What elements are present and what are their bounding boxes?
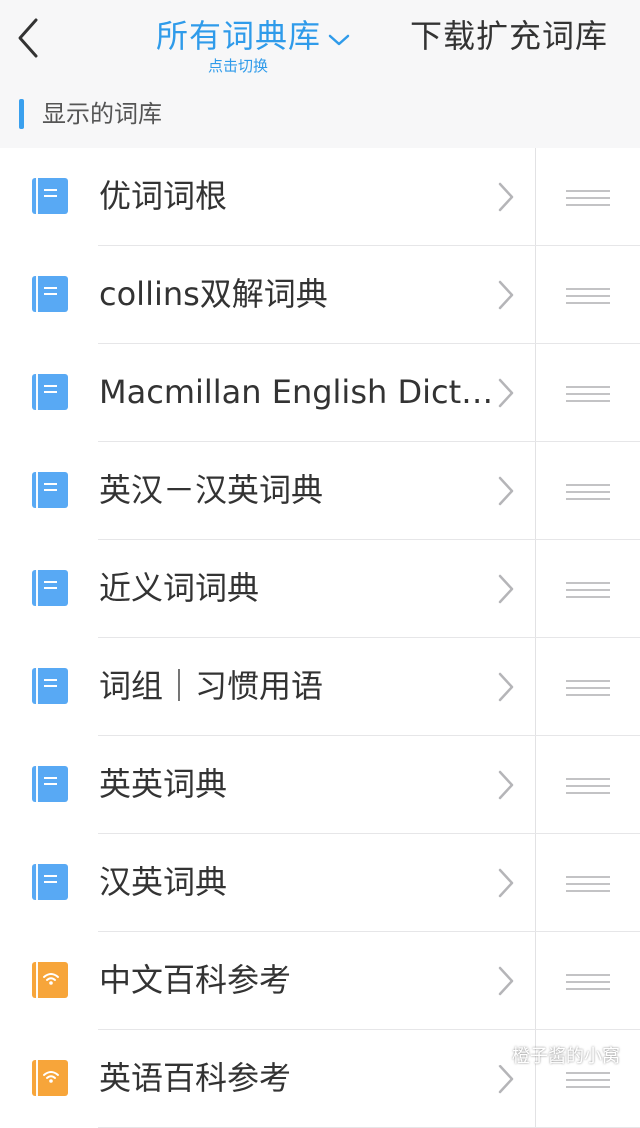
dictionary-row[interactable]: 英汉－汉英词典 (0, 442, 640, 540)
dictionary-row[interactable]: 汉英词典 (0, 834, 640, 932)
dictionary-row[interactable]: collins双解词典 (0, 246, 640, 344)
drag-handle-icon[interactable] (562, 577, 612, 601)
dictionary-label: 词组｜习惯用语 (99, 667, 324, 705)
dictionary-list: 优词词根 collins双解词典 Macmillan English Dicti… (0, 148, 640, 1128)
book-icon (32, 766, 68, 802)
download-more-dictionaries-button[interactable]: 下载扩充词库 (410, 16, 608, 56)
dictionary-label: 近义词词典 (99, 569, 260, 607)
dictionary-row[interactable]: 优词词根 (0, 148, 640, 246)
dictionary-label: collins双解词典 (99, 275, 328, 313)
nav-subtitle: 点击切换 (208, 57, 269, 75)
dictionary-label: 英汉－汉英词典 (99, 471, 324, 509)
chevron-right-icon[interactable] (496, 181, 516, 213)
dictionary-row[interactable]: Macmillan English Dicti... (0, 344, 640, 442)
dictionary-row[interactable]: 中文百科参考 (0, 932, 640, 1030)
dictionary-label: 英英词典 (99, 765, 228, 803)
chevron-right-icon[interactable] (496, 965, 516, 997)
book-icon (32, 864, 68, 900)
drag-handle-icon[interactable] (562, 675, 612, 699)
watermark-text: 橙子酱的小窝 (512, 1046, 620, 1067)
column-divider (535, 638, 536, 736)
book-icon (32, 178, 68, 214)
nav-title: 所有词典库 (156, 17, 322, 55)
chevron-right-icon[interactable] (496, 867, 516, 899)
drag-handle-icon[interactable] (562, 871, 612, 895)
book-icon (32, 472, 68, 508)
book-icon (32, 668, 68, 704)
drag-handle-icon[interactable] (562, 283, 612, 307)
drag-handle-icon[interactable] (562, 479, 612, 503)
column-divider (535, 932, 536, 1030)
chevron-right-icon[interactable] (496, 573, 516, 605)
column-divider (535, 442, 536, 540)
drag-handle-icon[interactable] (562, 185, 612, 209)
book-icon (32, 276, 68, 312)
back-button[interactable] (8, 10, 52, 66)
dictionary-label: 优词词根 (99, 177, 228, 215)
chevron-right-icon[interactable] (496, 377, 516, 409)
book-icon (32, 570, 68, 606)
dictionary-scope-selector[interactable]: 所有词典库 点击切换 (156, 14, 351, 78)
chevron-right-icon[interactable] (496, 279, 516, 311)
wechat-icon (482, 1047, 506, 1066)
section-title: 显示的词库 (42, 100, 162, 128)
drag-handle-icon[interactable] (562, 773, 612, 797)
chevron-down-icon (328, 34, 350, 45)
dictionary-label: 英语百科参考 (99, 1059, 292, 1097)
book-icon (32, 374, 68, 410)
dictionary-row[interactable]: 词组｜习惯用语 (0, 638, 640, 736)
dictionary-label: 中文百科参考 (99, 961, 292, 999)
dictionary-label: Macmillan English Dicti... (99, 373, 499, 411)
chevron-right-icon[interactable] (496, 769, 516, 801)
column-divider (535, 834, 536, 932)
chevron-right-icon[interactable] (496, 671, 516, 703)
dictionary-label: 汉英词典 (99, 863, 228, 901)
drag-handle-icon[interactable] (562, 969, 612, 993)
column-divider (535, 540, 536, 638)
section-accent-bar (19, 99, 24, 129)
watermark: 橙子酱的小窝 (482, 1042, 620, 1068)
column-divider (535, 344, 536, 442)
online-book-icon (32, 1060, 68, 1096)
dictionary-row[interactable]: 近义词词典 (0, 540, 640, 638)
column-divider (535, 736, 536, 834)
drag-handle-icon[interactable] (562, 381, 612, 405)
top-nav-bar: 所有词典库 点击切换 下载扩充词库 (0, 0, 640, 86)
dictionary-row[interactable]: 英英词典 (0, 736, 640, 834)
drag-handle-icon[interactable] (562, 1067, 612, 1091)
chevron-right-icon[interactable] (496, 475, 516, 507)
column-divider (535, 148, 536, 246)
online-book-icon (32, 962, 68, 998)
column-divider (535, 246, 536, 344)
chevron-left-icon (18, 18, 38, 58)
section-header: 显示的词库 (0, 86, 640, 148)
